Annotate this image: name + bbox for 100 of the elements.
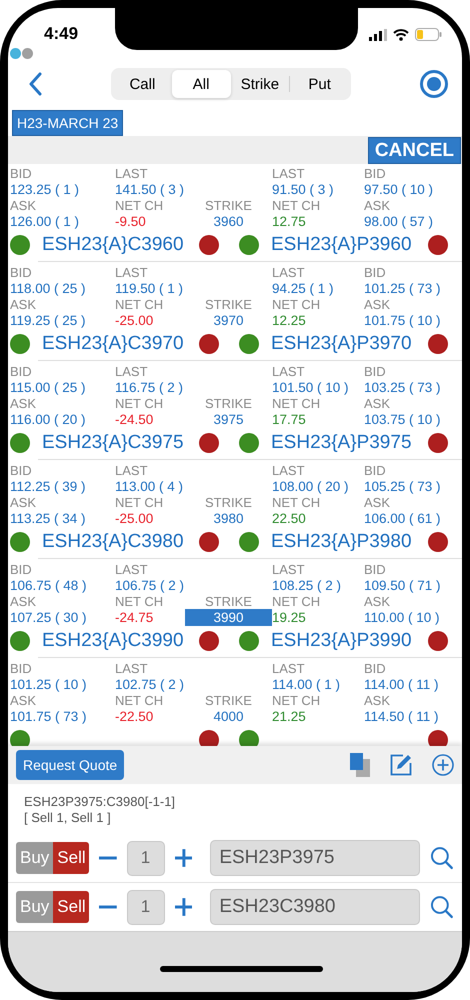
back-icon[interactable]: [28, 72, 42, 96]
field-label: NET CH: [115, 495, 164, 510]
sell-dot[interactable]: [428, 235, 448, 255]
field-label: BID: [364, 265, 387, 280]
option-symbol[interactable]: ESH23{A}C3980: [30, 531, 199, 553]
search-icon[interactable]: [430, 895, 454, 919]
plus-icon[interactable]: [174, 898, 192, 916]
field-label: ASK: [10, 396, 38, 411]
segment-tab[interactable]: All: [172, 70, 230, 98]
option-symbol[interactable]: ESH23{A}C3990: [30, 630, 199, 652]
sell-dot[interactable]: [199, 334, 219, 354]
option-symbol[interactable]: ESH23{A}P3975: [259, 432, 428, 454]
field-label: STRIKE: [205, 396, 252, 411]
cancel-button[interactable]: CANCEL: [368, 137, 461, 164]
minus-icon[interactable]: [98, 905, 117, 909]
segment-tab[interactable]: Put: [290, 70, 349, 98]
field-label: LAST: [115, 661, 149, 676]
segment-tab[interactable]: Call: [113, 70, 172, 98]
field-label: BID: [10, 166, 33, 181]
symbol-field[interactable]: ESH23C3980: [210, 889, 420, 925]
quote-value: 103.75 ( 10 ): [364, 411, 441, 428]
quantity-field[interactable]: 1: [126, 840, 165, 876]
strike-value[interactable]: 3970: [185, 312, 272, 329]
field-label: ASK: [10, 198, 38, 213]
buy-dot[interactable]: [10, 433, 30, 453]
sell-dot[interactable]: [199, 631, 219, 651]
quote-value: 115.00 ( 25 ): [10, 379, 86, 396]
strike-value[interactable]: 3990: [185, 609, 272, 626]
field-label: LAST: [115, 562, 149, 577]
segment-tab[interactable]: Strike: [230, 70, 290, 98]
quote-value: 119.25 ( 25 ): [10, 312, 86, 329]
side-toggle[interactable]: Sell: [53, 842, 89, 874]
buy-dot[interactable]: [239, 730, 259, 746]
field-label: NET CH: [272, 297, 322, 312]
buy-dot[interactable]: [239, 334, 259, 354]
field-label: ASK: [364, 297, 392, 312]
option-symbol[interactable]: ESH23{A}P3960: [259, 234, 428, 256]
buy-dot[interactable]: [10, 235, 30, 255]
edit-icon[interactable]: [390, 754, 412, 776]
quote-value: 101.75 ( 73 ): [10, 708, 87, 725]
sell-dot[interactable]: [199, 730, 219, 746]
field-label: NET CH: [272, 495, 322, 510]
signal-icon: [369, 28, 387, 40]
field-label: LAST: [272, 364, 306, 379]
expiry-tag[interactable]: H23-MARCH 23: [12, 110, 124, 136]
sell-dot[interactable]: [428, 532, 448, 552]
minus-icon[interactable]: [98, 856, 117, 860]
field-label: ASK: [10, 594, 38, 609]
sell-dot[interactable]: [428, 730, 448, 746]
option-symbol[interactable]: ESH23{A}P3990: [259, 630, 428, 652]
search-icon[interactable]: [430, 846, 454, 870]
quantity-field[interactable]: 1: [126, 890, 165, 924]
field-label: ASK: [364, 693, 392, 708]
sell-dot[interactable]: [428, 334, 448, 354]
sell-dot[interactable]: [428, 631, 448, 651]
plus-icon[interactable]: [174, 849, 192, 867]
sell-dot[interactable]: [199, 532, 219, 552]
buy-dot[interactable]: [10, 631, 30, 651]
option-symbol[interactable]: ESH23{A}P3970: [259, 333, 428, 355]
side-toggle[interactable]: Buy: [16, 842, 54, 874]
field-label: BID: [364, 166, 387, 181]
battery-icon: [415, 28, 442, 41]
request-quote-button[interactable]: Request Quote: [16, 750, 124, 780]
option-symbol[interactable]: ESH23{A}P3980: [259, 531, 428, 553]
strike-value[interactable]: 3975: [185, 411, 272, 428]
add-icon[interactable]: [432, 754, 454, 776]
option-symbol[interactable]: ESH23{A}C3975: [30, 432, 199, 454]
buy-dot[interactable]: [239, 433, 259, 453]
buy-dot[interactable]: [239, 235, 259, 255]
field-label: BID: [10, 661, 33, 676]
strike-value[interactable]: 3960: [185, 213, 272, 230]
buy-dot[interactable]: [10, 334, 30, 354]
side-toggle[interactable]: Sell: [53, 891, 89, 923]
quote-value: 106.75 ( 48 ): [10, 577, 87, 594]
copy-icon[interactable]: [350, 753, 370, 777]
buy-dot[interactable]: [10, 730, 30, 746]
quote-value: 116.00 ( 20 ): [10, 411, 86, 428]
record-icon[interactable]: [420, 70, 448, 98]
field-label: BID: [364, 661, 387, 676]
option-symbol[interactable]: ESH23{A}C3970: [30, 333, 199, 355]
field-label: ASK: [10, 495, 38, 510]
spread-name: ESH23P3975:C3980[-1-1]: [24, 794, 176, 810]
buy-dot[interactable]: [239, 631, 259, 651]
side-toggle[interactable]: Buy: [16, 891, 54, 923]
option-symbol[interactable]: ESH23{A}C3960: [30, 234, 199, 256]
quote-value: -25.00: [115, 510, 154, 527]
field-label: ASK: [364, 495, 392, 510]
buy-dot[interactable]: [10, 532, 30, 552]
field-label: NET CH: [272, 396, 322, 411]
field-label: LAST: [272, 463, 306, 478]
strike-value[interactable]: 3980: [185, 510, 272, 527]
buy-dot[interactable]: [239, 532, 259, 552]
field-label: NET CH: [115, 198, 164, 213]
sell-dot[interactable]: [199, 235, 219, 255]
field-label: BID: [10, 562, 33, 577]
sell-dot[interactable]: [428, 433, 448, 453]
strike-value[interactable]: 4000: [185, 708, 272, 725]
quote-value: 12.75: [272, 213, 306, 230]
sell-dot[interactable]: [199, 433, 219, 453]
symbol-field[interactable]: ESH23P3975: [210, 840, 420, 876]
